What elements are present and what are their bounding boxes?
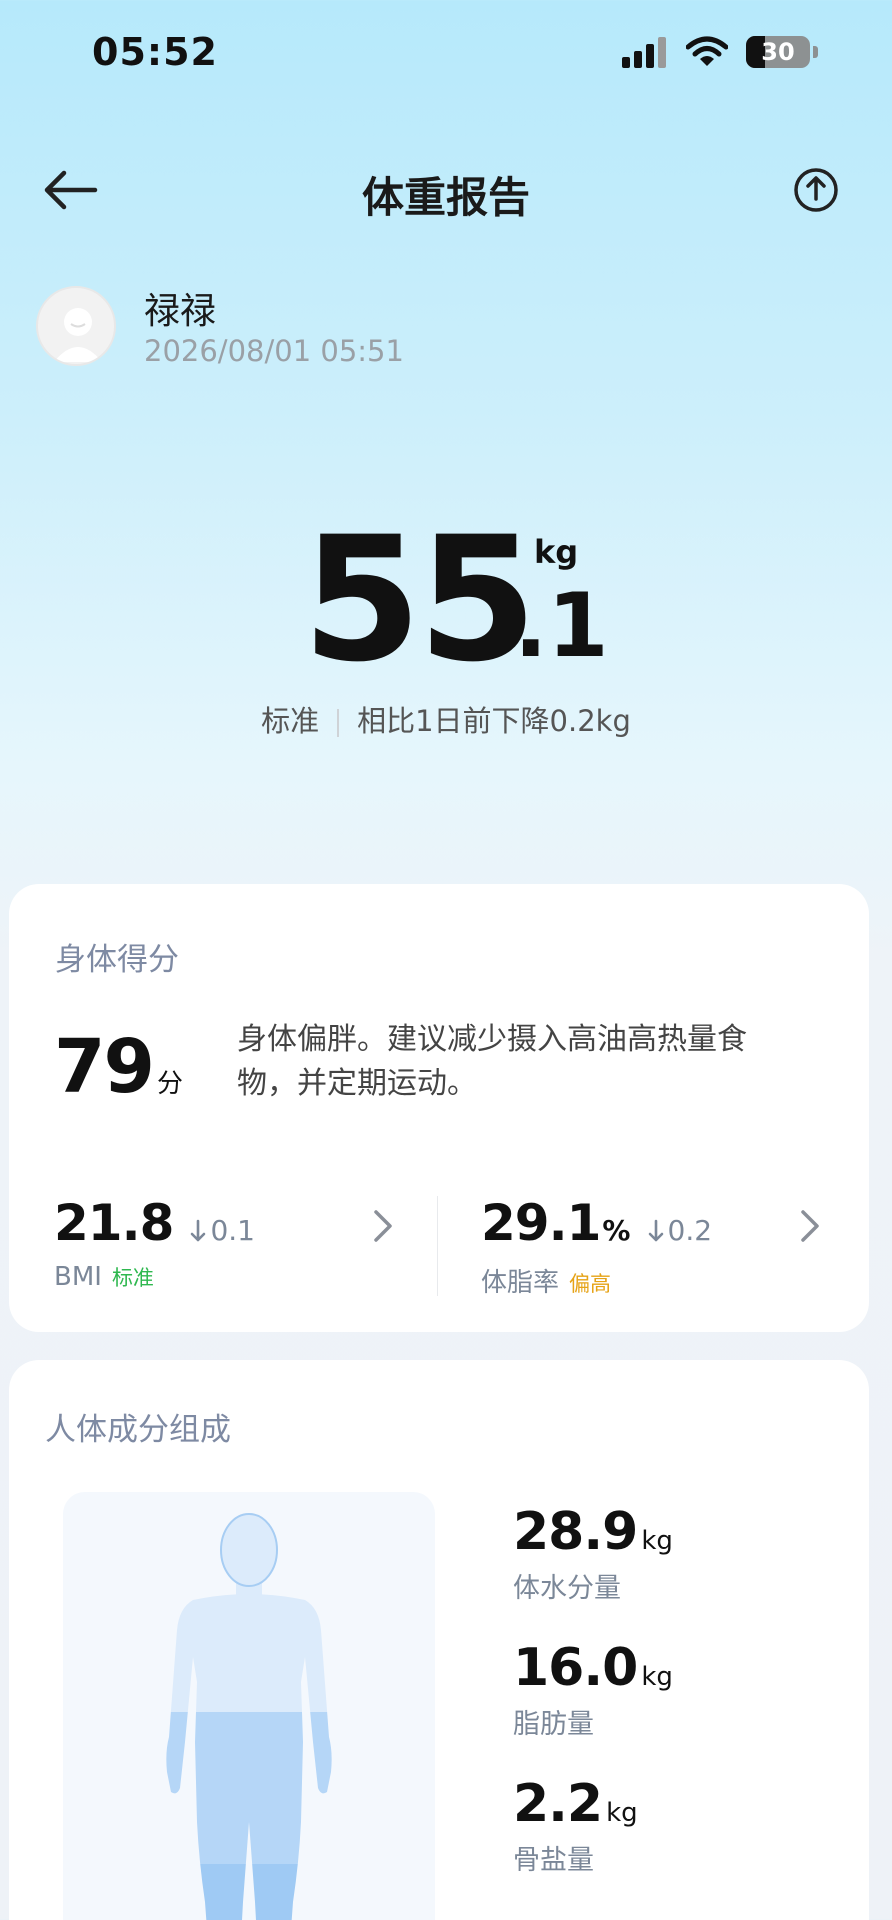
default-avatar-icon [54,308,102,362]
avatar[interactable] [36,286,116,366]
chevron-right-icon [374,1210,392,1242]
weight-status: 标准 [261,704,320,738]
share-icon [794,168,838,212]
score-description: 身体偏胖。建议减少摄入高油高热量食物，并定期运动。 [237,1022,747,1101]
bone-mineral-unit: kg [606,1798,638,1828]
bmi-metric[interactable]: 21.8 0.1 BMI 标准 [54,1194,424,1304]
weight-display: 55 .1 kg [0,499,892,700]
bone-mineral-value: 2.2 [513,1774,603,1834]
share-button[interactable] [792,166,840,214]
score: 79 分 [54,1024,183,1110]
list-item: 16.0 kg 脂肪量 [513,1638,673,1774]
arrow-down-icon [191,1219,206,1242]
body-figure-panel [63,1492,435,1920]
body-fat-delta: 0.2 [648,1214,713,1247]
bmi-delta-value: 0.1 [210,1214,255,1247]
weight-summary: 标准 相比1日前下降0.2kg [0,698,892,740]
card-title: 身体得分 [55,942,179,978]
battery-icon: 30 [746,36,810,68]
list-item: 28.9 kg 体水分量 [513,1502,673,1638]
score-value: 79 [54,1024,155,1110]
water-label: 体水分量 [513,1573,621,1604]
fat-mass-value: 16.0 [513,1638,638,1698]
body-fat-badge: 偏高 [569,1272,612,1296]
list-item: 2.2 kg 骨盐量 [513,1774,673,1910]
status-time: 05:52 [92,30,218,74]
status-bar: 05:52 30 [0,0,892,110]
body-score-card: 身体得分 79 分 身体偏胖。建议减少摄入高油高热量食物，并定期运动。 21.8 … [9,884,869,1332]
weight-unit: kg [534,533,579,571]
metric-divider [437,1196,438,1296]
body-fat-metric[interactable]: 29.1% 0.2 体脂率 偏高 [481,1194,851,1304]
fat-mass-label: 脂肪量 [513,1709,594,1740]
divider [337,709,340,737]
page-title: 体重报告 [361,173,530,222]
body-fat-unit: % [602,1214,631,1247]
user-info: 禄禄 2026/08/01 05:51 [36,282,636,368]
bone-mineral-label: 骨盐量 [513,1845,594,1876]
battery-text: 30 [761,38,795,66]
body-fat-label: 体脂率 [481,1268,560,1298]
bmi-badge: 标准 [111,1266,154,1290]
bmi-value: 21.8 [54,1194,174,1252]
wifi-icon [686,36,728,66]
score-unit: 分 [156,1069,183,1099]
bmi-delta: 0.1 [190,1214,255,1247]
body-composition-card: 人体成分组成 28.9 kg 体水分量 16.0 kg 脂肪量 2.2 kg 骨… [9,1360,869,1920]
body-fat-value: 29.1 [481,1194,601,1252]
weight-integer: 55 [302,499,537,700]
status-icons: 30 [622,36,818,68]
header: 体重报告 [0,150,892,230]
water-unit: kg [641,1526,673,1556]
body-figure-icon [166,1513,332,1920]
weight-decimal: .1 [514,574,609,677]
signal-icon [622,37,666,68]
water-value: 28.9 [513,1502,638,1562]
body-fat-delta-value: 0.2 [667,1214,713,1247]
user-name: 禄禄 [144,291,217,332]
measurement-time: 2026/08/01 05:51 [144,334,404,368]
composition-list: 28.9 kg 体水分量 16.0 kg 脂肪量 2.2 kg 骨盐量 [513,1502,673,1910]
battery-nub [813,46,818,58]
card-title: 人体成分组成 [45,1412,231,1448]
bmi-label: BMI [54,1262,102,1292]
chevron-right-icon [801,1210,819,1242]
fat-mass-unit: kg [641,1662,673,1692]
arrow-down-icon [648,1219,663,1242]
weight-change: 相比1日前下降0.2kg [357,704,631,738]
